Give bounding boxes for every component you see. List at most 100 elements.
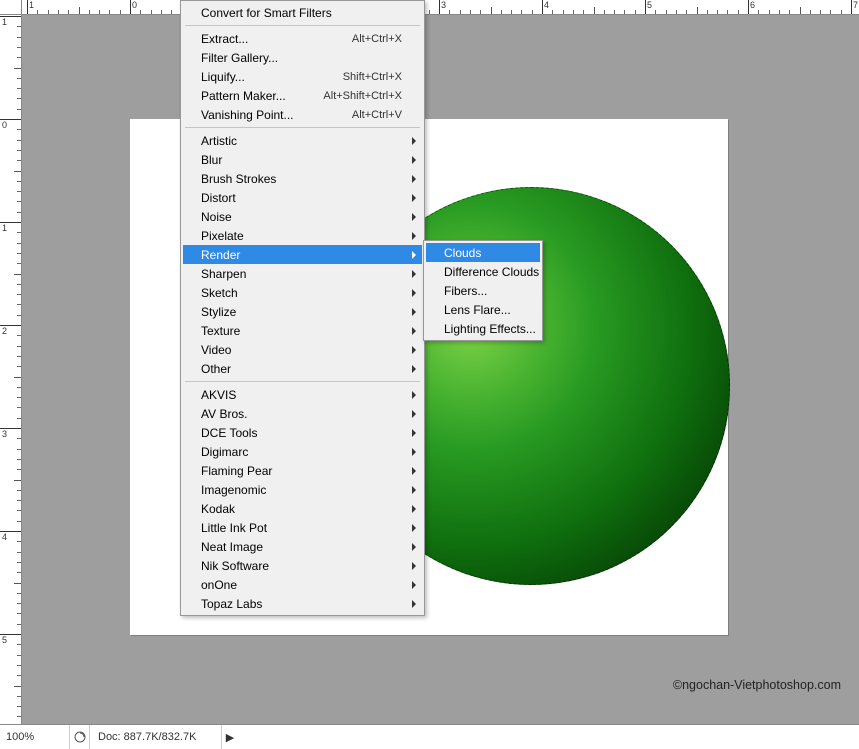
submenu-arrow-icon [412, 467, 416, 475]
submenu-arrow-icon [412, 156, 416, 164]
menu-item-topaz-labs[interactable]: Topaz Labs [183, 594, 422, 613]
menu-item-label: Lighting Effects... [444, 322, 536, 336]
menu-item-video[interactable]: Video [183, 340, 422, 359]
menu-item-dce-tools[interactable]: DCE Tools [183, 423, 422, 442]
ruler-h-label: 0 [132, 0, 137, 10]
menu-item-kodak[interactable]: Kodak [183, 499, 422, 518]
menu-item-label: Distort [201, 191, 402, 205]
menu-item-extract[interactable]: Extract...Alt+Ctrl+X [183, 29, 422, 48]
submenu-item-difference-clouds[interactable]: Difference Clouds [426, 262, 540, 281]
menu-item-label: Video [201, 343, 402, 357]
menu-separator [185, 127, 420, 128]
menu-item-convert-for-smart-filters[interactable]: Convert for Smart Filters [183, 3, 422, 22]
menu-item-akvis[interactable]: AKVIS [183, 385, 422, 404]
menu-item-label: Sketch [201, 286, 402, 300]
document-info[interactable]: Doc: 887.7K/832.7K [90, 725, 222, 749]
menu-item-render[interactable]: Render [183, 245, 422, 264]
menu-item-pattern-maker[interactable]: Pattern Maker...Alt+Shift+Ctrl+X [183, 86, 422, 105]
submenu-arrow-icon [412, 194, 416, 202]
menu-item-sharpen[interactable]: Sharpen [183, 264, 422, 283]
menu-item-noise[interactable]: Noise [183, 207, 422, 226]
menu-item-shortcut: Alt+Ctrl+V [352, 109, 402, 121]
menu-item-label: DCE Tools [201, 426, 402, 440]
menu-item-vanishing-point[interactable]: Vanishing Point...Alt+Ctrl+V [183, 105, 422, 124]
menu-item-filter-gallery[interactable]: Filter Gallery... [183, 48, 422, 67]
menu-item-pixelate[interactable]: Pixelate [183, 226, 422, 245]
ruler-h-label: 7 [853, 0, 858, 10]
menu-item-label: Lens Flare... [444, 303, 520, 317]
menu-item-label: Render [201, 248, 402, 262]
menu-item-label: AV Bros. [201, 407, 402, 421]
menu-item-label: Nik Software [201, 559, 402, 573]
menu-item-distort[interactable]: Distort [183, 188, 422, 207]
menu-item-blur[interactable]: Blur [183, 150, 422, 169]
menu-item-label: Convert for Smart Filters [201, 6, 402, 20]
document-activity-icon[interactable] [70, 725, 90, 749]
submenu-item-lens-flare[interactable]: Lens Flare... [426, 300, 540, 319]
menu-item-av-bros[interactable]: AV Bros. [183, 404, 422, 423]
submenu-arrow-icon [412, 346, 416, 354]
menu-item-label: Other [201, 362, 402, 376]
statusbar-menu-arrow-icon[interactable]: ▶ [222, 731, 238, 744]
menu-item-label: Texture [201, 324, 402, 338]
menu-item-label: Fibers... [444, 284, 520, 298]
submenu-arrow-icon [412, 213, 416, 221]
menu-item-label: Kodak [201, 502, 402, 516]
menu-item-neat-image[interactable]: Neat Image [183, 537, 422, 556]
ruler-v-label: 1 [2, 223, 7, 233]
menu-item-stylize[interactable]: Stylize [183, 302, 422, 321]
menu-item-nik-software[interactable]: Nik Software [183, 556, 422, 575]
submenu-arrow-icon [412, 289, 416, 297]
submenu-arrow-icon [412, 429, 416, 437]
submenu-arrow-icon [412, 505, 416, 513]
zoom-level[interactable]: 100% [0, 725, 70, 749]
menu-item-label: Artistic [201, 134, 402, 148]
submenu-arrow-icon [412, 175, 416, 183]
submenu-arrow-icon [412, 600, 416, 608]
menu-item-imagenomic[interactable]: Imagenomic [183, 480, 422, 499]
menu-item-other[interactable]: Other [183, 359, 422, 378]
render-submenu: CloudsDifference Clouds Fibers... Lens Fla… [423, 240, 543, 341]
ruler-h-label: 1 [29, 0, 34, 10]
submenu-arrow-icon [412, 327, 416, 335]
menu-item-label: Topaz Labs [201, 597, 402, 611]
ruler-v-label: 2 [2, 326, 7, 336]
ruler-h-label: 5 [647, 0, 652, 10]
menu-separator [185, 381, 420, 382]
menu-item-label: Blur [201, 153, 402, 167]
menu-item-brush-strokes[interactable]: Brush Strokes [183, 169, 422, 188]
submenu-arrow-icon [412, 543, 416, 551]
submenu-arrow-icon [412, 308, 416, 316]
menu-item-flaming-pear[interactable]: Flaming Pear [183, 461, 422, 480]
menu-item-label: Filter Gallery... [201, 51, 402, 65]
menu-item-label: Pattern Maker... [201, 89, 303, 103]
menu-item-artistic[interactable]: Artistic [183, 131, 422, 150]
submenu-arrow-icon [412, 270, 416, 278]
menu-item-onone[interactable]: onOne [183, 575, 422, 594]
menu-item-label: Noise [201, 210, 402, 224]
ruler-h-label: 4 [544, 0, 549, 10]
menu-item-sketch[interactable]: Sketch [183, 283, 422, 302]
submenu-item-lighting-effects[interactable]: Lighting Effects... [426, 319, 540, 338]
menu-item-label: Brush Strokes [201, 172, 402, 186]
menu-item-digimarc[interactable]: Digimarc [183, 442, 422, 461]
menu-item-label: Pixelate [201, 229, 402, 243]
menu-item-label: Neat Image [201, 540, 402, 554]
ruler-corner [0, 0, 22, 15]
submenu-arrow-icon [412, 365, 416, 373]
submenu-item-clouds[interactable]: Clouds [426, 243, 540, 262]
workspace[interactable]: ©ngochan-Vietphotoshop.com [22, 15, 859, 724]
menu-item-label: Little Ink Pot [201, 521, 402, 535]
menu-item-little-ink-pot[interactable]: Little Ink Pot [183, 518, 422, 537]
menu-item-label: Stylize [201, 305, 402, 319]
menu-item-label: onOne [201, 578, 402, 592]
submenu-arrow-icon [412, 232, 416, 240]
menu-item-liquify[interactable]: Liquify...Shift+Ctrl+X [183, 67, 422, 86]
menu-item-shortcut: Shift+Ctrl+X [343, 71, 402, 83]
menu-item-label: Digimarc [201, 445, 402, 459]
submenu-item-fibers[interactable]: Fibers... [426, 281, 540, 300]
menu-item-label: Sharpen [201, 267, 402, 281]
submenu-arrow-icon [412, 562, 416, 570]
filter-menu: Convert for Smart Filters Extract...Alt+C… [180, 0, 425, 616]
menu-item-texture[interactable]: Texture [183, 321, 422, 340]
